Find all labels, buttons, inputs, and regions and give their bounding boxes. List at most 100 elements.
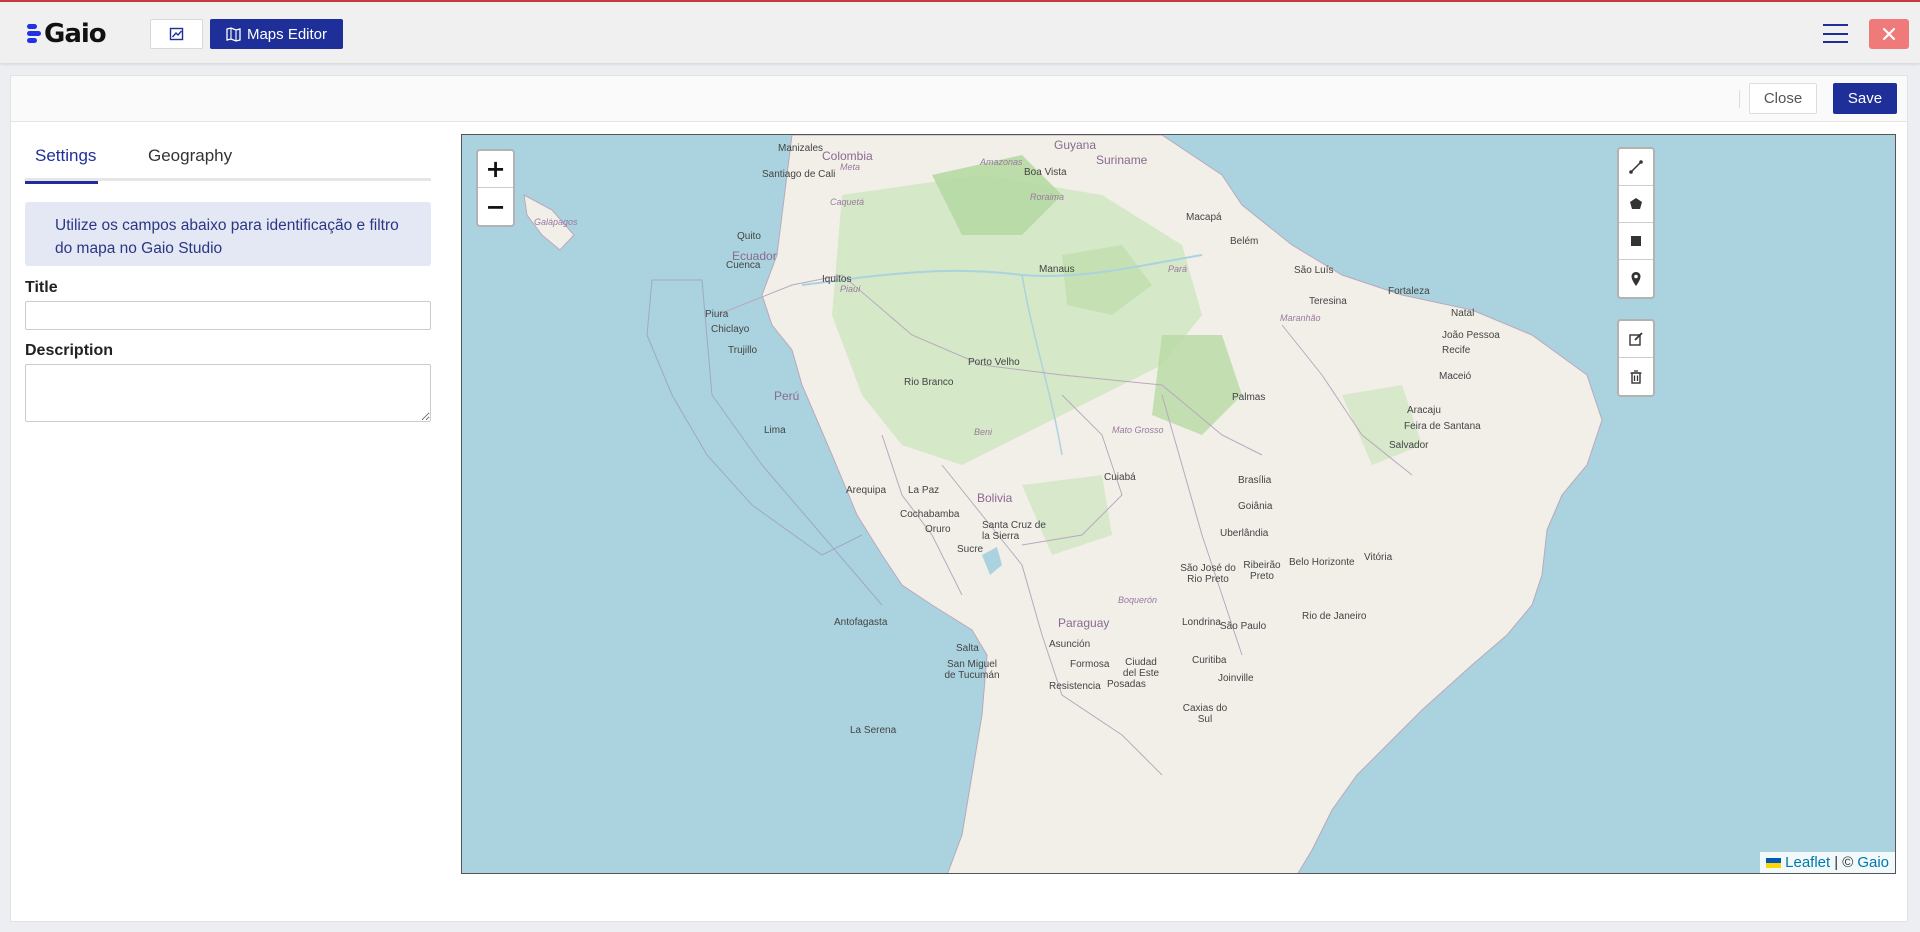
- map-label-city: Palmas: [1232, 392, 1266, 403]
- leaflet-link[interactable]: Leaflet: [1785, 854, 1830, 871]
- map-label-region: Piauí: [840, 284, 861, 294]
- map-label-city: La Serena: [850, 725, 897, 736]
- trash-icon: [1630, 369, 1642, 384]
- top-bar: Gaio Maps Editor: [0, 0, 1920, 63]
- maps-editor-button[interactable]: Maps Editor: [210, 19, 343, 49]
- map-label-city: Ribeirão Preto: [1243, 560, 1281, 582]
- close-window-button[interactable]: [1869, 19, 1909, 49]
- draw-marker-button[interactable]: [1619, 260, 1653, 297]
- chart-edit-button[interactable]: [150, 19, 203, 49]
- map-label-city: Boa Vista: [1024, 167, 1067, 178]
- map-label-city: Cuenca: [726, 260, 761, 271]
- draw-toolbar: [1617, 147, 1655, 299]
- gaio-attribution-link[interactable]: Gaio: [1857, 854, 1889, 871]
- map-label-city: Londrina: [1182, 617, 1221, 628]
- map-label-city: Aracaju: [1407, 405, 1441, 416]
- map-label-city: Posadas: [1107, 679, 1146, 690]
- gaio-logo-text: Gaio: [44, 19, 107, 49]
- map-label-region: Beni: [974, 427, 993, 437]
- map-label-city: Feira de Santana: [1404, 421, 1481, 432]
- draw-rectangle-button[interactable]: [1619, 223, 1653, 260]
- map-base-layer: [462, 135, 1895, 873]
- tab-geography[interactable]: Geography: [148, 141, 232, 181]
- map-label-city: Santiago de Cali: [762, 169, 836, 180]
- map-label-city: Joinville: [1218, 673, 1254, 684]
- map-label-country: Perú: [774, 389, 800, 403]
- close-button[interactable]: Close: [1749, 83, 1817, 114]
- title-label: Title: [25, 279, 58, 296]
- map-label-region: Roraima: [1030, 192, 1065, 202]
- close-icon: [1882, 27, 1896, 41]
- map-label-city: Recife: [1442, 345, 1471, 356]
- map-label-city: Cochabamba: [900, 509, 960, 520]
- draw-polygon-button[interactable]: [1619, 186, 1653, 223]
- polyline-icon: [1629, 160, 1643, 174]
- map-label-city: Maceió: [1439, 371, 1472, 382]
- draw-polyline-button[interactable]: [1619, 149, 1653, 186]
- map-label-city: São Paulo: [1220, 621, 1267, 632]
- map-label-city: Natal: [1451, 308, 1475, 319]
- zoom-in-button[interactable]: +: [478, 151, 513, 188]
- map-label-city: Porto Velho: [968, 357, 1020, 368]
- polygon-icon: [1630, 198, 1642, 209]
- map-label-country: Paraguay: [1058, 616, 1110, 630]
- map-attribution: Leaflet | © Gaio: [1760, 852, 1895, 873]
- info-message: Utilize os campos abaixo para identifica…: [25, 202, 431, 266]
- map-label-city: Trujillo: [728, 345, 758, 356]
- map-label-city: Vitória: [1364, 552, 1393, 563]
- map-label-region: Pará: [1168, 264, 1188, 274]
- map-label-city: Lima: [764, 425, 786, 436]
- menu-hamburger-icon[interactable]: [1823, 23, 1848, 44]
- map-label-city: Goiânia: [1238, 501, 1273, 512]
- map-label-city: Rio de Janeiro: [1302, 611, 1367, 622]
- ukraine-flag-icon: [1766, 857, 1782, 868]
- map-label-city: Formosa: [1070, 659, 1110, 670]
- maps-editor-label: Maps Editor: [246, 25, 328, 43]
- map-label-city: Belém: [1230, 236, 1259, 247]
- map-label-city: Belo Horizonte: [1289, 557, 1355, 568]
- title-input[interactable]: [25, 301, 431, 330]
- map-label-city: Manaus: [1039, 264, 1075, 275]
- rectangle-icon: [1631, 236, 1641, 246]
- delete-layers-button[interactable]: [1619, 358, 1653, 395]
- map-label-city: Antofagasta: [834, 617, 888, 628]
- map-label-city: Salta: [956, 643, 979, 654]
- map-label-city: Asunción: [1049, 639, 1091, 650]
- map-label-region: Galápagos: [534, 217, 578, 227]
- map-label-city: Santa Cruz de la Sierra: [982, 520, 1046, 542]
- map-label-city: Cuiabá: [1104, 472, 1136, 483]
- map-label-city: Sucre: [957, 544, 984, 555]
- zoom-control: + −: [476, 149, 515, 227]
- map-label-city: Brasília: [1238, 475, 1272, 486]
- edit-icon: [1629, 332, 1643, 346]
- map-label-city: Fortaleza: [1388, 286, 1430, 297]
- gaio-logo-mark: [27, 23, 42, 45]
- map-canvas[interactable]: Colombia Guyana Suriname Ecuador Perú Bo…: [461, 134, 1896, 874]
- edit-layers-button[interactable]: [1619, 321, 1653, 358]
- marker-icon: [1631, 271, 1641, 286]
- gaio-logo[interactable]: Gaio: [27, 19, 107, 49]
- map-label-city: Salvador: [1389, 440, 1429, 451]
- tab-settings[interactable]: Settings: [24, 141, 99, 184]
- edit-toolbar: [1617, 319, 1655, 397]
- map-label-city: Piura: [705, 309, 729, 320]
- map-label-city: Uberlândia: [1220, 528, 1269, 539]
- map-label-city: Quito: [737, 231, 761, 242]
- map-label-country: Suriname: [1096, 153, 1148, 167]
- map-label-city: São José do Rio Preto: [1180, 563, 1236, 585]
- map-label-city: Oruro: [925, 524, 951, 535]
- map-label-region: Amazonas: [980, 157, 1023, 167]
- map-label-country: Colombia: [822, 149, 873, 163]
- map-label-country: Bolivia: [977, 491, 1013, 505]
- map-label-city: Chiclayo: [711, 324, 750, 335]
- panel-header: Close Save: [11, 76, 1907, 122]
- zoom-out-button[interactable]: −: [478, 188, 513, 225]
- description-textarea[interactable]: [25, 364, 431, 422]
- map-label-city: Caxias do Sul: [1182, 703, 1228, 725]
- map-label-city: Resistencia: [1049, 681, 1101, 692]
- save-button[interactable]: Save: [1833, 83, 1897, 114]
- map-label-region: Caquetá: [830, 197, 865, 207]
- map-label-region: Maranhão: [1280, 313, 1321, 323]
- map-label-country: Guyana: [1054, 138, 1097, 152]
- map-label-city: Curitiba: [1192, 655, 1227, 666]
